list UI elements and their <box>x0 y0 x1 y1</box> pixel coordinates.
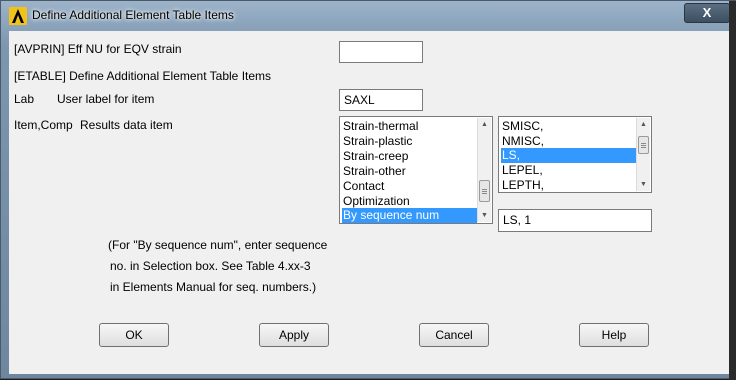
list-item[interactable]: Strain-creep <box>342 149 477 164</box>
dialog-body: [AVPRIN] Eff NU for EQV strain [ETABLE] … <box>9 31 729 374</box>
note-line-3: in Elements Manual for seq. numbers.) <box>110 280 317 294</box>
apply-button[interactable]: Apply <box>259 323 329 347</box>
scroll-thumb[interactable] <box>479 180 490 202</box>
lab-label-key: Lab <box>14 92 35 106</box>
scroll-thumb[interactable] <box>638 136 649 154</box>
scrollbar[interactable]: ▲ ▼ <box>477 118 491 222</box>
list-item[interactable]: LEPEL, <box>501 163 636 178</box>
dialog-window: Define Additional Element Table Items X … <box>0 0 736 380</box>
avprin-input[interactable] <box>339 41 423 63</box>
scroll-up-arrow-icon[interactable]: ▲ <box>637 118 650 131</box>
ansys-logo-icon <box>9 7 27 25</box>
list-item[interactable]: Strain-other <box>342 164 477 179</box>
window-edge <box>729 1 736 380</box>
note-line-1: (For "By sequence num", enter sequence <box>108 238 328 252</box>
list-item[interactable]: Strain-plastic <box>342 134 477 149</box>
list-item[interactable]: Contact <box>342 179 477 194</box>
title-bar[interactable]: Define Additional Element Table Items X <box>1 1 736 31</box>
close-button[interactable]: X <box>684 3 730 23</box>
list-item[interactable]: SMISC, <box>501 119 636 134</box>
scroll-up-arrow-icon[interactable]: ▲ <box>478 118 491 131</box>
scrollbar[interactable]: ▲ ▼ <box>636 118 650 191</box>
help-button[interactable]: Help <box>579 323 649 347</box>
etable-heading: [ETABLE] Define Additional Element Table… <box>14 69 272 83</box>
lab-input[interactable]: SAXL <box>339 89 423 111</box>
itemcomp-label-key: Item,Comp <box>14 118 73 132</box>
cancel-button[interactable]: Cancel <box>419 323 489 347</box>
scroll-down-arrow-icon[interactable]: ▼ <box>478 209 491 222</box>
lab-label-desc: User label for item <box>57 92 155 106</box>
component-list[interactable]: SMISC, NMISC, LS, LEPEL, LEPTH, ▲ ▼ <box>498 116 652 193</box>
list-item-selected[interactable]: By sequence num <box>342 208 477 223</box>
list-item[interactable]: Strain-thermal <box>342 119 477 134</box>
window-title: Define Additional Element Table Items <box>32 8 234 22</box>
selection-input[interactable]: LS, 1 <box>498 209 652 232</box>
scroll-down-arrow-icon[interactable]: ▼ <box>637 178 650 191</box>
list-item[interactable]: LEPTH, <box>501 178 636 192</box>
avprin-label: [AVPRIN] Eff NU for EQV strain <box>14 42 182 56</box>
list-item[interactable]: NMISC, <box>501 134 636 149</box>
note-line-2: no. in Selection box. See Table 4.xx-3 <box>110 259 311 273</box>
itemcomp-label-desc: Results data item <box>80 118 173 132</box>
item-category-list[interactable]: Strain-thermal Strain-plastic Strain-cre… <box>339 116 493 224</box>
ok-button[interactable]: OK <box>99 323 169 347</box>
list-item-selected[interactable]: LS, <box>501 148 636 163</box>
list-item[interactable]: Optimization <box>342 194 477 209</box>
